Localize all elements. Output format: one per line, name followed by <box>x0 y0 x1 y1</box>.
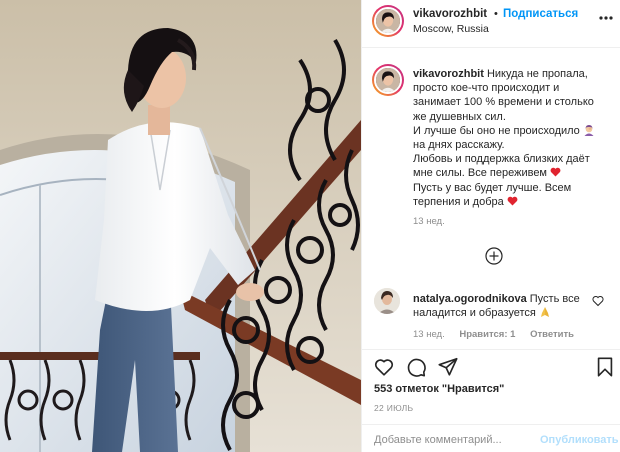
location-link[interactable]: Moscow, Russia <box>413 23 489 35</box>
post-side-panel: vikavorozhbit • Подписаться Moscow, Russ… <box>361 0 620 452</box>
save-bookmark-icon[interactable] <box>594 356 616 378</box>
folded-hands-emoji-icon <box>539 306 551 318</box>
caption-line: просто кое-что происходит и <box>413 82 560 95</box>
caption-timestamp[interactable]: 13 нед. <box>413 216 445 227</box>
add-comment-bar: Добавьте комментарий... Опубликовать <box>362 424 620 452</box>
share-paper-plane-icon[interactable] <box>437 356 459 378</box>
author-username[interactable]: vikavorozhbit <box>413 8 487 20</box>
comment-likes-count[interactable]: Нравится: 1 <box>459 329 515 340</box>
caption-line: Никуда не пропала, <box>483 68 588 80</box>
comment-item: natalya.ogorodnikova Пусть все наладится… <box>362 288 620 348</box>
comment-timestamp[interactable]: 13 нед. <box>413 329 445 340</box>
comment-like-heart-icon[interactable] <box>592 295 604 307</box>
red-heart-emoji-icon <box>550 167 561 177</box>
instagram-post-view: vikavorozhbit • Подписаться Moscow, Russ… <box>0 0 620 452</box>
follow-button[interactable]: Подписаться <box>503 8 578 20</box>
comment-bubble-icon[interactable] <box>405 356 427 378</box>
author-avatar[interactable] <box>372 5 404 37</box>
staircase-photo <box>0 0 361 452</box>
action-bar <box>362 349 620 379</box>
caption-line: занимает 100 % времени и столько <box>413 96 594 109</box>
caption-line: Любовь и поддержка близких даёт <box>413 153 590 166</box>
load-more-comments-icon[interactable] <box>485 247 503 265</box>
add-comment-input[interactable]: Добавьте комментарий... <box>374 434 502 446</box>
caption-line: на днях расскажу. <box>413 139 505 152</box>
post-header: vikavorozhbit • Подписаться Moscow, Russ… <box>362 0 620 48</box>
commenter-avatar[interactable] <box>374 288 400 314</box>
red-heart-emoji-icon <box>507 196 518 206</box>
header-separator: • <box>494 8 498 20</box>
likes-count[interactable]: 553 отметок "Нравится" <box>374 383 504 395</box>
post-photo[interactable] <box>0 0 361 452</box>
comment-body: Пусть все <box>526 293 580 305</box>
more-options-icon[interactable] <box>598 10 614 26</box>
caption-line: И лучше бы оно не происходило <box>413 124 580 137</box>
comment-text: natalya.ogorodnikova Пусть все наладится… <box>413 292 593 320</box>
publish-comment-button[interactable]: Опубликовать <box>540 434 619 446</box>
commenter-username[interactable]: natalya.ogorodnikova <box>413 293 527 305</box>
caption-line: мне силы. Все переживем <box>413 167 547 180</box>
caption-line: Пусть у вас будет лучше. Всем <box>413 181 572 194</box>
post-date[interactable]: 22 ИЮЛЬ <box>374 403 413 413</box>
comment-meta: 13 нед. Нравится: 1 Ответить <box>413 329 586 340</box>
post-caption: vikavorozhbit Никуда не пропала, просто … <box>413 67 613 209</box>
woman-facepalm-emoji-icon <box>583 124 595 136</box>
reply-button[interactable]: Ответить <box>530 329 574 340</box>
like-heart-icon[interactable] <box>373 356 395 378</box>
caption-line: терпения и добра <box>413 195 504 208</box>
caption-author-avatar[interactable] <box>372 64 404 96</box>
comment-body: наладится и образуется <box>413 307 536 320</box>
caption-line: же душевных сил. <box>413 110 506 123</box>
caption-username[interactable]: vikavorozhbit <box>413 68 484 80</box>
